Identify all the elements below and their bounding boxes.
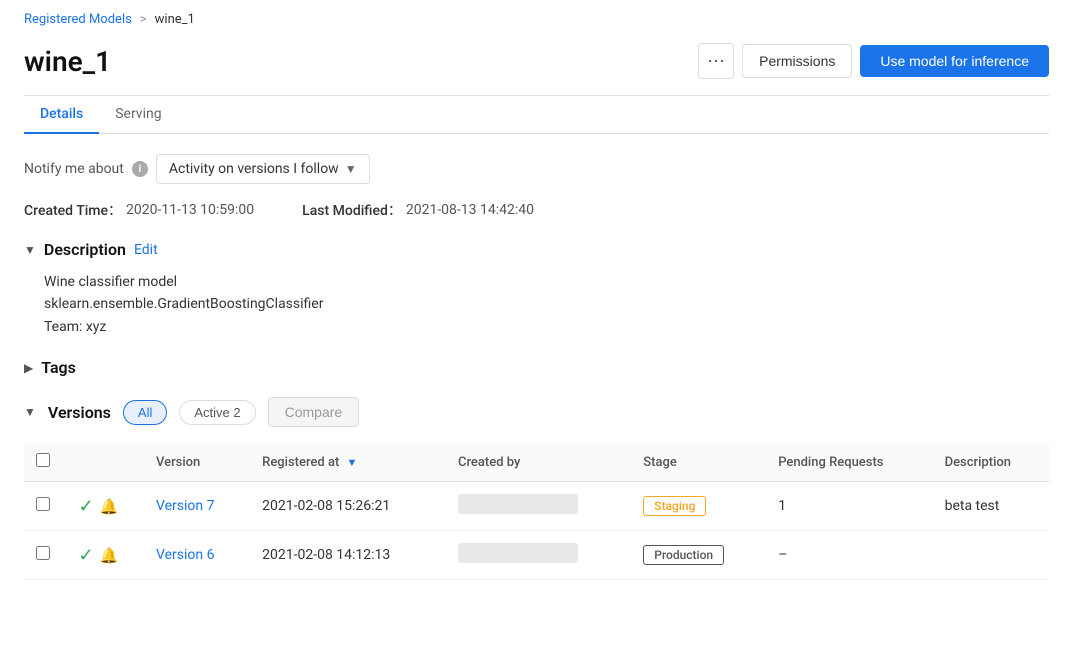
row-v6-registered-at: 2021-02-08 14:12:13 <box>250 531 446 580</box>
versions-table: Version Registered at ▼ Created by Stage… <box>24 443 1049 580</box>
header-actions: ⋯ Permissions Use model for inference <box>698 43 1049 79</box>
row-v6-version: Version 6 <box>144 531 250 580</box>
versions-section: ▼ Versions All Active 2 Compare <box>24 397 1049 580</box>
row-v7-pending: 1 <box>766 482 932 531</box>
row-v6-avatar <box>458 543 578 563</box>
row-v7-avatar <box>458 494 578 514</box>
page-title: wine_1 <box>24 45 111 78</box>
dropdown-arrow-icon: ▼ <box>345 162 357 176</box>
permissions-button[interactable]: Permissions <box>742 44 852 78</box>
notify-dropdown[interactable]: Activity on versions I follow ▼ <box>156 154 370 184</box>
description-toggle-icon[interactable]: ▼ <box>24 243 36 257</box>
row-v6-select[interactable] <box>36 546 50 560</box>
row-v7-version: Version 7 <box>144 482 250 531</box>
breadcrumb-current: wine_1 <box>155 12 195 27</box>
description-text: Wine classifier model sklearn.ensemble.G… <box>44 271 1049 338</box>
created-time: Created Time： 2020-11-13 10:59:00 <box>24 200 254 220</box>
last-modified-value: 2021-08-13 14:42:40 <box>406 202 534 218</box>
filter-active-button[interactable]: Active 2 <box>179 400 255 425</box>
sort-icon: ▼ <box>347 456 358 469</box>
col-header-pending-requests: Pending Requests <box>766 443 932 482</box>
row-v7-status-icon: ✓ <box>76 496 96 516</box>
versions-toggle-icon[interactable]: ▼ <box>24 405 36 419</box>
row-v6-stage-badge: Production <box>643 545 724 565</box>
more-options-button[interactable]: ⋯ <box>698 43 734 79</box>
breadcrumb-parent[interactable]: Registered Models <box>24 12 132 27</box>
row-v7-description: beta test <box>933 482 1049 531</box>
col-header-version: Version <box>144 443 250 482</box>
row-v6-pending: – <box>766 531 932 580</box>
row-v6-description <box>933 531 1049 580</box>
notify-dropdown-value: Activity on versions I follow <box>169 161 339 177</box>
row-v6-status-icon: ✓ <box>76 545 96 565</box>
row-v6-checkbox <box>24 531 64 580</box>
table-header-row: Version Registered at ▼ Created by Stage… <box>24 443 1049 482</box>
row-v7-version-link[interactable]: Version 7 <box>156 498 214 514</box>
row-v7-stage-badge: Staging <box>643 496 706 516</box>
row-v6-version-link[interactable]: Version 6 <box>156 547 214 563</box>
row-v7-stage: Staging <box>631 482 766 531</box>
table-row: ✓ 🔔 Version 7 2021-02-08 15:26:21 Stagin… <box>24 482 1049 531</box>
row-v7-icons: ✓ 🔔 <box>64 482 144 531</box>
tab-serving[interactable]: Serving <box>99 96 177 134</box>
filter-all-button[interactable]: All <box>123 400 167 425</box>
tabs-container: Details Serving <box>24 96 1049 134</box>
row-v6-created-by <box>446 531 631 580</box>
tags-section-header: ▶ Tags <box>24 358 1049 377</box>
created-time-label: Created Time： <box>24 200 122 220</box>
use-model-inference-button[interactable]: Use model for inference <box>860 45 1049 77</box>
description-section-title: Description <box>44 240 126 259</box>
tags-toggle-icon[interactable]: ▶ <box>24 361 33 375</box>
breadcrumb: Registered Models > wine_1 <box>24 0 1049 35</box>
notify-label: Notify me about <box>24 161 124 177</box>
tags-section: ▶ Tags <box>24 358 1049 377</box>
row-v6-bell-icon[interactable]: 🔔 <box>99 547 118 565</box>
tab-details[interactable]: Details <box>24 96 99 134</box>
row-v7-registered-at: 2021-02-08 15:26:21 <box>250 482 446 531</box>
table-row: ✓ 🔔 Version 6 2021-02-08 14:12:13 Produc… <box>24 531 1049 580</box>
row-v7-created-by <box>446 482 631 531</box>
tab-content-details: Notify me about i Activity on versions I… <box>24 134 1049 620</box>
notify-row: Notify me about i Activity on versions I… <box>24 154 1049 184</box>
row-v7-bell-icon[interactable]: 🔔 <box>99 498 118 516</box>
page-header: wine_1 ⋯ Permissions Use model for infer… <box>24 35 1049 95</box>
description-edit-button[interactable]: Edit <box>134 242 158 258</box>
description-section-header: ▼ Description Edit <box>24 240 1049 259</box>
last-modified-label: Last Modified： <box>302 200 402 220</box>
tags-section-title: Tags <box>41 358 76 377</box>
row-v6-stage: Production <box>631 531 766 580</box>
col-header-stage: Stage <box>631 443 766 482</box>
select-all-checkbox[interactable] <box>36 453 50 467</box>
breadcrumb-separator: > <box>140 12 147 27</box>
description-content: Wine classifier model sklearn.ensemble.G… <box>24 271 1049 338</box>
versions-header: ▼ Versions All Active 2 Compare <box>24 397 1049 427</box>
row-v6-icons: ✓ 🔔 <box>64 531 144 580</box>
col-header-created-by: Created by <box>446 443 631 482</box>
col-header-description: Description <box>933 443 1049 482</box>
description-section: ▼ Description Edit Wine classifier model… <box>24 240 1049 338</box>
col-header-checkbox <box>24 443 64 482</box>
row-v7-checkbox <box>24 482 64 531</box>
meta-row: Created Time： 2020-11-13 10:59:00 Last M… <box>24 200 1049 220</box>
row-v7-select[interactable] <box>36 497 50 511</box>
col-header-icons <box>64 443 144 482</box>
col-header-registered-at: Registered at ▼ <box>250 443 446 482</box>
compare-button[interactable]: Compare <box>268 397 360 427</box>
last-modified: Last Modified： 2021-08-13 14:42:40 <box>302 200 534 220</box>
info-icon[interactable]: i <box>132 161 148 177</box>
created-time-value: 2020-11-13 10:59:00 <box>126 202 254 218</box>
versions-section-title: Versions <box>48 403 111 422</box>
